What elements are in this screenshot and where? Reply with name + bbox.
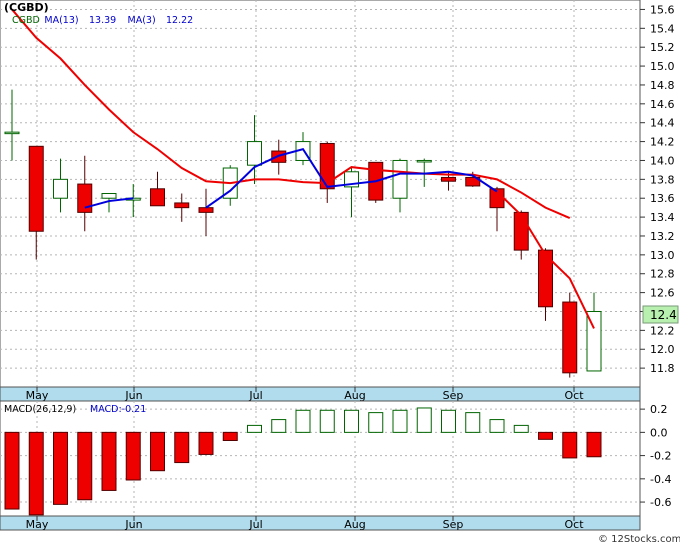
macd-bar-negative xyxy=(125,431,141,481)
price-x-tick-label: Aug xyxy=(344,389,365,402)
candle-down xyxy=(562,292,578,378)
candle-body xyxy=(392,159,408,199)
macd-x-tick-label: Oct xyxy=(564,518,584,531)
price-y-tick-label: 15.2 xyxy=(650,41,675,54)
legend-macd: MACD(26,12,9) MACD:-0.21 xyxy=(4,404,146,415)
macd-bar-negative xyxy=(77,431,93,501)
price-y-tick-label: 15.4 xyxy=(650,22,675,35)
price-y-tick-label: 12.0 xyxy=(650,343,675,356)
macd-bar-negative xyxy=(150,431,165,472)
price-tag-label: 12.4 xyxy=(650,308,677,322)
macd-bar-positive xyxy=(441,409,456,433)
candle-body xyxy=(247,141,262,166)
price-y-tick-label: 13.2 xyxy=(650,230,675,243)
candle-body xyxy=(4,131,20,135)
price-tag: 12.4 xyxy=(642,305,679,324)
price-y-tick-label: 15.6 xyxy=(650,3,675,16)
candle-body xyxy=(53,178,68,199)
macd-y-tick-label: 0.0 xyxy=(650,426,668,439)
macd-y-tick-label: -0.6 xyxy=(650,496,671,509)
candle-body xyxy=(513,211,529,251)
macd-y-tick-label: -0.4 xyxy=(650,473,671,486)
macd-bar-positive xyxy=(247,424,262,433)
macd-bar-positive xyxy=(416,407,432,433)
candle-body xyxy=(198,207,214,213)
candle-body xyxy=(101,193,117,199)
stock-chart: 11.8 12.0 12.2 12.4 12.6 12.8 13.0 13.2 13.4 13.6… xyxy=(0,0,680,545)
price-y-tick-label: 14.4 xyxy=(650,117,675,130)
legend-main-item: MA(13) xyxy=(44,15,78,26)
legend-main-item: CGBD xyxy=(12,15,40,26)
legend-macd-item: MACD(26,12,9) xyxy=(4,404,76,415)
candle-body xyxy=(174,202,190,209)
price-y-tick-label: 13.8 xyxy=(650,173,675,186)
price-y-tick-label: 12.8 xyxy=(650,268,675,281)
legend-main-item: MA(3) xyxy=(128,15,156,26)
macd-bar-negative xyxy=(4,431,20,510)
legend-macd-item: MACD:-0.21 xyxy=(90,404,146,415)
price-x-tick-label: Oct xyxy=(564,389,584,402)
macd-bar-positive xyxy=(344,409,359,433)
macd-bar-positive xyxy=(319,409,335,433)
macd-bar-positive xyxy=(392,409,408,433)
candle-body xyxy=(28,145,44,232)
macd-y-tick-label: -0.2 xyxy=(650,450,671,463)
legend-main-item: 13.39 xyxy=(89,15,116,26)
macd-bar-negative xyxy=(53,431,68,505)
macd-bar-positive xyxy=(465,412,481,433)
macd-bar-negative xyxy=(538,431,553,440)
macd-bar-positive xyxy=(295,409,311,433)
macd-bar-negative xyxy=(174,431,190,464)
price-y-tick-label: 11.8 xyxy=(650,362,675,375)
macd-bar-negative xyxy=(101,431,117,491)
price-y-tick-label: 13.6 xyxy=(650,192,675,205)
price-y-tick-label: 14.2 xyxy=(650,136,675,149)
macd-bar-positive xyxy=(271,419,287,433)
macd-bar-negative xyxy=(198,431,214,455)
macd-y-tick-label: 0.2 xyxy=(650,403,668,416)
candle-body xyxy=(77,183,93,213)
price-y-tick-label: 14.8 xyxy=(650,79,675,92)
price-x-tick-label: Jul xyxy=(248,389,262,402)
macd-x-tick-label: May xyxy=(26,518,49,531)
price-panel: 11.8 12.0 12.2 12.4 12.6 12.8 13.0 13.2 13.4 13.6… xyxy=(0,0,679,402)
price-y-tick-label: 13.0 xyxy=(650,249,675,262)
macd-x-tick-label: Aug xyxy=(344,518,365,531)
price-y-tick-label: 13.4 xyxy=(650,211,675,224)
price-y-tick-label: 12.2 xyxy=(650,324,675,337)
macd-x-tick-label: Jul xyxy=(248,518,262,531)
price-x-axis-band xyxy=(0,386,641,402)
macd-y-axis: 0.2 0.0 -0.2 -0.4 -0.6 xyxy=(640,403,671,509)
candle-body xyxy=(441,176,456,182)
macd-bar-negative xyxy=(28,431,44,516)
price-y-tick-label: 12.6 xyxy=(650,287,675,300)
credit-text: © 12Stocks.com xyxy=(598,534,680,545)
macd-bar-positive xyxy=(368,412,384,433)
macd-x-tick-label: Jun xyxy=(124,518,142,531)
macd-x-tick-label: Sep xyxy=(443,518,464,531)
price-x-tick-label: Sep xyxy=(443,389,464,402)
macd-x-axis-band xyxy=(0,515,641,531)
legend-main-item: 12.22 xyxy=(166,15,193,26)
macd-bar-positive xyxy=(489,419,505,433)
macd-bar-negative xyxy=(222,431,238,441)
price-x-tick-label: Jun xyxy=(124,389,142,402)
price-y-tick-label: 15.0 xyxy=(650,60,675,73)
price-y-tick-label: 14.0 xyxy=(650,154,675,167)
price-plot-area xyxy=(0,0,641,388)
macd-panel: 0.2 0.0 -0.2 -0.4 -0.6 May Jun Jul Aug Sep Oct M… xyxy=(0,400,671,531)
macd-bar-negative xyxy=(562,431,578,459)
candle-body xyxy=(416,159,432,163)
chart-ticker-title: (CGBD) xyxy=(4,1,49,14)
macd-bar-negative xyxy=(586,431,602,458)
macd-bar-positive xyxy=(513,424,529,433)
price-x-tick-label: May xyxy=(26,389,49,402)
price-y-tick-label: 14.6 xyxy=(650,98,675,111)
legend-main: CGBD MA(13) 13.39 MA(3) 12.22 xyxy=(12,15,193,26)
candle-body xyxy=(150,188,165,207)
candle-body xyxy=(562,301,578,374)
